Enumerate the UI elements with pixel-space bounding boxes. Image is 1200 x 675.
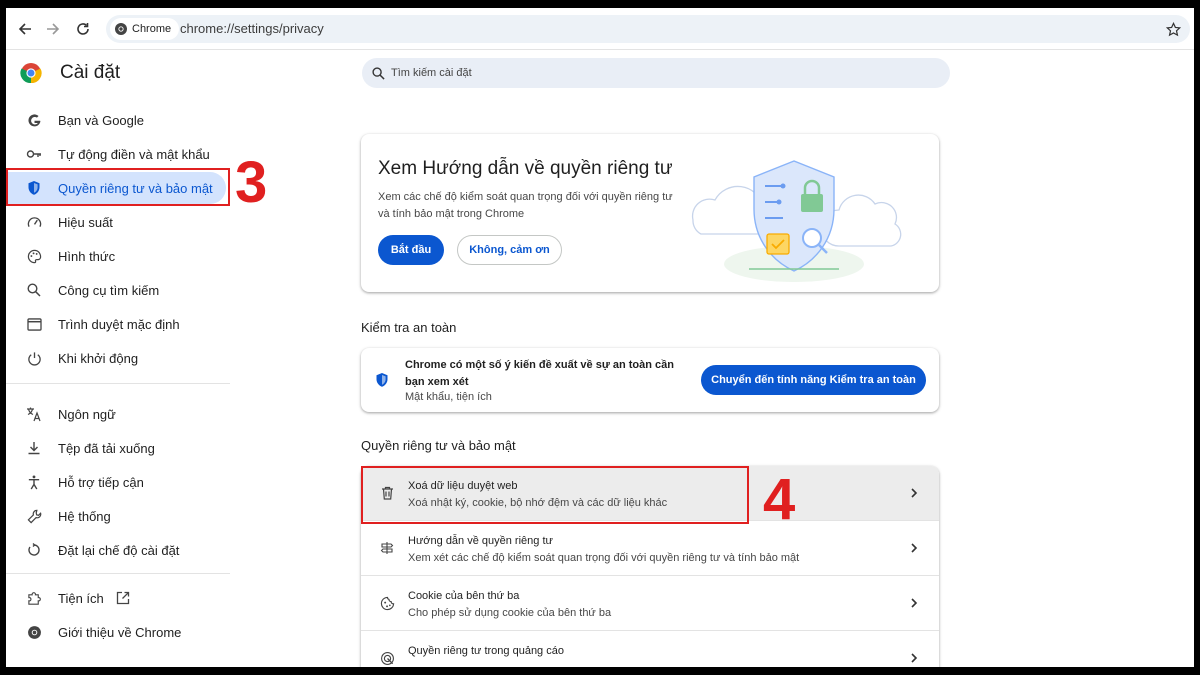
- arrow-left-icon: [18, 23, 31, 35]
- annotation-highlight-box: [6, 168, 230, 206]
- start-button[interactable]: Bắt đầu: [378, 235, 444, 265]
- go-to-safety-check-button[interactable]: Chuyển đến tính năng Kiểm tra an toàn: [701, 365, 926, 395]
- search-icon: [372, 66, 385, 80]
- sidebar-item-reset[interactable]: Đặt lại chế độ cài đặt: [6, 534, 230, 566]
- sidebar-item-about-chrome[interactable]: Giới thiệu về Chrome: [6, 616, 230, 648]
- settings-brand: Cài đặt: [20, 62, 120, 84]
- sidebar-item-extensions[interactable]: Tiện ích: [6, 582, 230, 614]
- sidebar-item-label: Tự động điền và mật khẩu: [58, 146, 210, 162]
- sidebar-item-label: Khi khởi động: [58, 350, 139, 366]
- row-title: Quyền riêng tư trong quảng cáo: [408, 645, 564, 657]
- settings-search[interactable]: [362, 58, 950, 88]
- privacy-guide-illustration: [691, 160, 902, 282]
- sidebar-item-label: Tiện ích: [58, 590, 104, 606]
- sidebar-item-default-browser[interactable]: Trình duyệt mặc định: [6, 308, 230, 340]
- sidebar-item-languages[interactable]: Ngôn ngữ: [6, 398, 230, 430]
- safety-check-card: Chrome có một số ý kiến đề xuất về sự an…: [361, 348, 939, 412]
- chevron-right-icon: [911, 598, 918, 608]
- annotation-number: 3: [235, 150, 268, 215]
- star-icon: [1165, 21, 1181, 36]
- reload-button[interactable]: [72, 18, 94, 40]
- sidebar-item-label: Trình duyệt mặc định: [58, 316, 180, 332]
- privacy-guide-row[interactable]: Hướng dẫn về quyền riêng tư Xem xét các …: [361, 521, 939, 576]
- key-icon: [26, 146, 42, 162]
- search-input[interactable]: [391, 67, 931, 79]
- no-thanks-button[interactable]: Không, cảm ơn: [457, 235, 562, 265]
- arrow-right-icon: [47, 23, 60, 35]
- row-title: Cookie của bên thứ ba: [408, 590, 520, 602]
- guide-card-title: Xem Hướng dẫn về quyền riêng tư: [378, 158, 673, 179]
- safety-check-heading: Kiểm tra an toàn: [361, 320, 457, 335]
- site-info-chip[interactable]: Chrome: [110, 18, 180, 40]
- chrome-icon: [26, 624, 42, 640]
- privacy-guide-card: Xem Hướng dẫn về quyền riêng tư Xem các …: [361, 134, 939, 292]
- palette-icon: [26, 248, 42, 264]
- search-icon: [26, 282, 42, 298]
- annotation-highlight-box: [361, 466, 749, 524]
- sidebar-item-performance[interactable]: Hiệu suất: [6, 206, 230, 238]
- shield-icon: [376, 373, 388, 387]
- sidebar-divider: [6, 383, 230, 384]
- browser-window-icon: [26, 316, 42, 332]
- signpost-icon: [379, 540, 395, 556]
- speedometer-icon: [26, 214, 42, 230]
- sidebar-item-label: Bạn và Google: [58, 112, 145, 128]
- chrome-logo-icon: [20, 63, 42, 84]
- sidebar-item-label: Đặt lại chế độ cài đặt: [58, 542, 180, 558]
- browser-window: Chrome chrome://settings/privacy Cài đặt…: [6, 8, 1194, 667]
- forward-button[interactable]: [42, 18, 64, 40]
- reload-icon: [77, 23, 89, 35]
- sidebar-item-accessibility[interactable]: Hỗ trợ tiếp cận: [6, 466, 230, 498]
- accessibility-icon: [26, 474, 42, 490]
- page-title: Cài đặt: [60, 62, 121, 83]
- privacy-section-heading: Quyền riêng tư và bảo mật: [361, 438, 516, 453]
- sidebar-item-downloads[interactable]: Tệp đã tải xuống: [6, 432, 230, 464]
- puzzle-icon: [26, 590, 42, 606]
- sidebar-item-search-engine[interactable]: Công cụ tìm kiếm: [6, 274, 230, 306]
- bookmark-button[interactable]: [1162, 18, 1184, 40]
- reset-icon: [26, 542, 42, 558]
- google-g-icon: [26, 112, 42, 128]
- translate-icon: [26, 406, 42, 422]
- chrome-icon: [115, 23, 127, 35]
- sidebar-item-autofill[interactable]: Tự động điền và mật khẩu: [6, 138, 230, 170]
- row-subtitle: Cho phép sử dụng cookie của bên thứ ba: [408, 607, 612, 619]
- chevron-right-icon: [911, 488, 918, 498]
- chevron-right-icon: [911, 653, 918, 663]
- power-icon: [26, 350, 42, 366]
- cookie-icon: [379, 595, 395, 611]
- sidebar-item-appearance[interactable]: Hình thức: [6, 240, 230, 272]
- chip-label: Chrome: [132, 23, 172, 35]
- back-button[interactable]: [14, 18, 36, 40]
- browser-toolbar: Chrome chrome://settings/privacy: [6, 8, 1194, 50]
- external-link-icon: [116, 591, 130, 605]
- sidebar-item-label: Tệp đã tải xuống: [58, 440, 155, 456]
- sidebar-item-label: Công cụ tìm kiếm: [58, 282, 160, 298]
- sidebar-item-on-startup[interactable]: Khi khởi động: [6, 342, 230, 374]
- sidebar-item-label: Ngôn ngữ: [58, 406, 116, 422]
- chevron-right-icon: [911, 543, 918, 553]
- safety-check-subtext: Mật khẩu, tiện ích: [405, 391, 492, 403]
- ad-privacy-row[interactable]: Quyền riêng tư trong quảng cáo: [361, 631, 939, 667]
- guide-card-description: Xem các chế độ kiểm soát quan trọng đối …: [378, 191, 673, 220]
- ads-target-icon: [379, 650, 395, 666]
- url-text[interactable]: chrome://settings/privacy: [180, 21, 324, 36]
- sidebar-item-system[interactable]: Hệ thống: [6, 500, 230, 532]
- download-icon: [26, 440, 42, 456]
- sidebar-item-label: Hệ thống: [58, 508, 111, 524]
- row-subtitle: Xem xét các chế độ kiểm soát quan trọng …: [408, 552, 800, 564]
- annotation-number: 4: [763, 467, 796, 532]
- sidebar-item-you-and-google[interactable]: Bạn và Google: [6, 104, 230, 136]
- sidebar-item-label: Hiệu suất: [58, 214, 113, 230]
- wrench-icon: [26, 508, 42, 524]
- sidebar-divider: [6, 573, 230, 574]
- safety-check-message: Chrome có một số ý kiến đề xuất về sự an…: [405, 359, 674, 388]
- sidebar-item-label: Hình thức: [58, 248, 116, 264]
- row-title: Hướng dẫn về quyền riêng tư: [408, 535, 553, 547]
- sidebar-item-label: Hỗ trợ tiếp cận: [58, 474, 144, 490]
- address-bar[interactable]: Chrome chrome://settings/privacy: [106, 15, 1190, 43]
- third-party-cookies-row[interactable]: Cookie của bên thứ ba Cho phép sử dụng c…: [361, 576, 939, 631]
- sidebar-item-label: Giới thiệu về Chrome: [58, 624, 182, 640]
